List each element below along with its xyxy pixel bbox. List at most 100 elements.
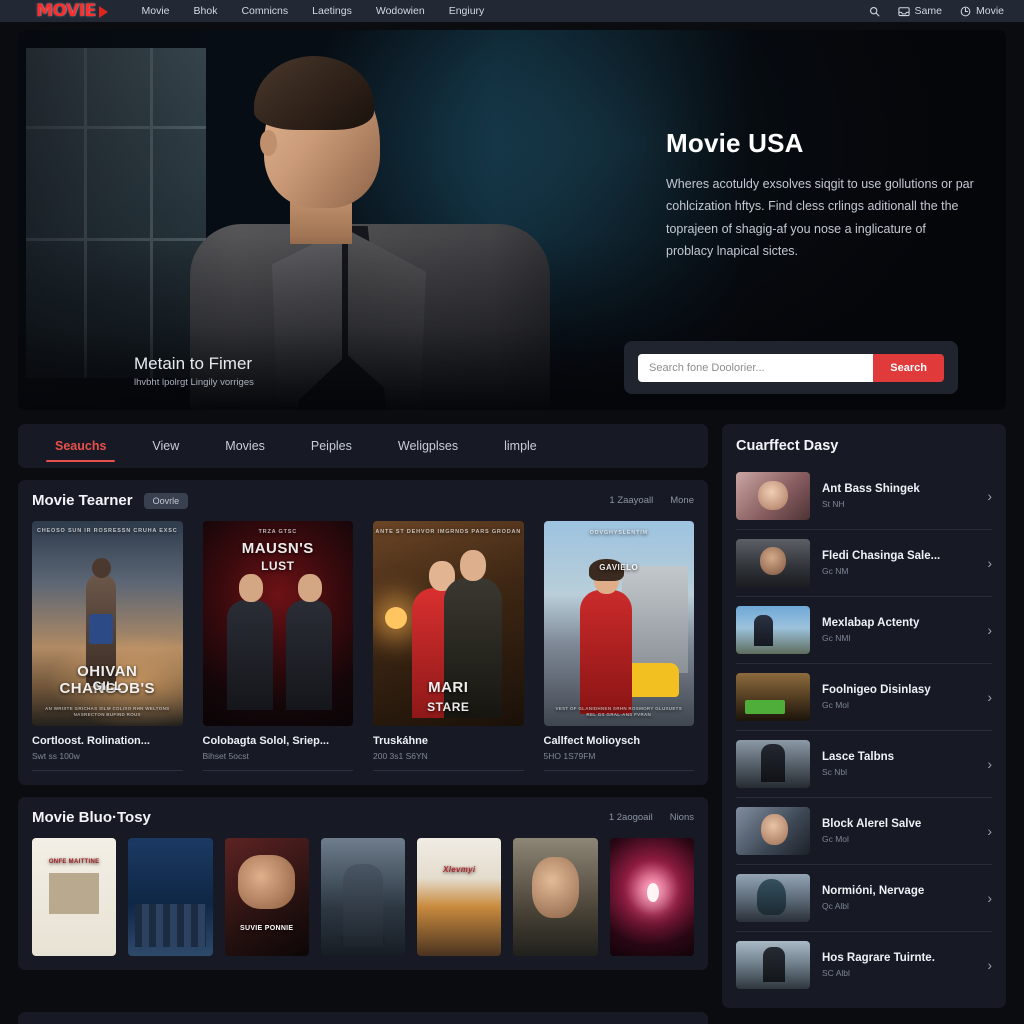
list-item-name: Lasce Talbns bbox=[822, 751, 895, 763]
movie-card[interactable]: ANTE ST DEHVOR IMGRNDS PARS GRODAN MARI … bbox=[373, 521, 524, 771]
tab-view[interactable]: View bbox=[129, 424, 202, 468]
card-divider bbox=[373, 770, 524, 771]
brand-logo-text: MOVIE bbox=[36, 1, 96, 21]
chevron-right-icon[interactable]: › bbox=[983, 890, 992, 906]
list-item[interactable]: Block Alerel Salve Gc Mol › bbox=[736, 798, 992, 865]
hero-subtitle: Wheres acotuldy exsolves siqgit to use g… bbox=[666, 177, 974, 258]
bluray-thumb-label: MILESTIUS bbox=[342, 934, 384, 942]
movie-poster[interactable]: ODVGHYSLENTIM GAVIELO VEST OF GLANIDHNEN… bbox=[543, 521, 694, 726]
featured-section-title: Movie Tearner bbox=[32, 492, 133, 509]
list-item-sub: Gc Mol bbox=[822, 834, 849, 844]
nav-right-actions: Same Movie bbox=[869, 5, 1010, 17]
list-item-body: Block Alerel Salve Gc Mol bbox=[822, 818, 971, 844]
movie-meta: Swt ss 100w bbox=[32, 751, 80, 761]
featured-poster-grid: CHEOSO SUN IR ROSRESSN CRUHA EXSC OHIVAN… bbox=[32, 521, 694, 771]
movie-card[interactable]: ODVGHYSLENTIM GAVIELO VEST OF GLANIDHNEN… bbox=[543, 521, 694, 771]
list-item-name: Normióni, Nervage bbox=[822, 885, 925, 897]
tab-movies[interactable]: Movies bbox=[202, 424, 288, 468]
list-item-thumbnail bbox=[736, 807, 810, 855]
bluray-thumbnail[interactable] bbox=[128, 838, 213, 956]
movie-poster[interactable]: CHEOSO SUN IR ROSRESSN CRUHA EXSC OHIVAN… bbox=[32, 521, 183, 726]
chevron-right-icon[interactable]: › bbox=[983, 555, 992, 571]
card-divider bbox=[202, 770, 353, 771]
poster-artwork bbox=[373, 521, 524, 726]
chevron-right-icon[interactable]: › bbox=[983, 488, 992, 504]
play-triangle-icon bbox=[98, 5, 108, 18]
inbox-button[interactable]: Same bbox=[897, 5, 942, 17]
list-item[interactable]: Hos Ragrare Tuirnte. SC Albl › bbox=[736, 932, 992, 998]
list-item[interactable]: Foolnigeo Disinlasy Gc Mol › bbox=[736, 664, 992, 731]
list-item-body: Normióni, Nervage Qc Albl bbox=[822, 885, 971, 911]
movie-card[interactable]: TRZA GTSC MAUSN'S LUST Colobagta Solol, … bbox=[202, 521, 353, 771]
movie-poster[interactable]: ANTE ST DEHVOR IMGRNDS PARS GRODAN MARI … bbox=[373, 521, 524, 726]
nav-link-movie[interactable]: Movie bbox=[142, 5, 170, 17]
chevron-right-icon[interactable]: › bbox=[983, 756, 992, 772]
list-item-name: Hos Ragrare Tuirnte. bbox=[822, 952, 935, 964]
list-item-sub: Sc Nbl bbox=[822, 767, 848, 777]
search-input[interactable] bbox=[638, 353, 874, 382]
tab-limple[interactable]: limple bbox=[481, 424, 560, 468]
list-item[interactable]: Ant Bass Shingek St NH › bbox=[736, 463, 992, 530]
chevron-right-icon[interactable]: › bbox=[983, 689, 992, 705]
nav-link-laetings[interactable]: Laetings bbox=[312, 5, 352, 17]
movie-poster[interactable]: TRZA GTSC MAUSN'S LUST bbox=[202, 521, 353, 726]
movie-title: Colobagta Solol, Sriep... bbox=[202, 735, 330, 747]
hero-banner: Movie USA Wheres acotuldy exsolves siqgi… bbox=[18, 30, 1006, 410]
list-item-name: Fledi Chasinga Sale... bbox=[822, 550, 941, 562]
list-item[interactable]: Fledi Chasinga Sale... Gc NM › bbox=[736, 530, 992, 597]
tab-peiples[interactable]: Peiples bbox=[288, 424, 375, 468]
main-content: Seauchs View Movies Peiples Weligplses l… bbox=[18, 424, 1006, 1008]
movie-title: Callfect Molioysch bbox=[543, 735, 641, 747]
hero-caption-subtitle: lhvbht lpolrgt Lingily vorriges bbox=[134, 377, 254, 388]
list-item-thumbnail bbox=[736, 606, 810, 654]
featured-action-sort[interactable]: 1 Zaayoall bbox=[609, 495, 653, 506]
chevron-right-icon[interactable]: › bbox=[983, 622, 992, 638]
top-navigation-bar: MOVIE Movie Bhok Comnicns Laetings Wodow… bbox=[0, 0, 1024, 22]
card-divider bbox=[32, 770, 183, 771]
hero-title: Movie USA bbox=[666, 128, 804, 158]
bluray-thumbnail[interactable]: MILESTIUS bbox=[320, 838, 406, 956]
sidebar-title: Cuarffect Dasy bbox=[736, 438, 839, 454]
content-tab-bar: Seauchs View Movies Peiples Weligplses l… bbox=[18, 424, 708, 468]
tab-weligplses[interactable]: Weligplses bbox=[375, 424, 481, 468]
inbox-label: Same bbox=[914, 5, 942, 17]
bluray-thumbnail[interactable]: SUVIE PONNIE bbox=[224, 838, 309, 956]
nav-link-bhok[interactable]: Bhok bbox=[194, 5, 218, 17]
tab-seauchs[interactable]: Seauchs bbox=[32, 424, 129, 468]
featured-movies-section: Movie Tearner Oovrle 1 Zaayoall Mone CHE… bbox=[18, 480, 708, 785]
list-item-name: Block Alerel Salve bbox=[822, 818, 922, 830]
nav-link-wodowien[interactable]: Wodowien bbox=[376, 5, 425, 17]
search-button[interactable] bbox=[869, 6, 880, 17]
list-item-name: Foolnigeo Disinlasy bbox=[822, 684, 931, 696]
nav-link-engiury[interactable]: Engiury bbox=[449, 5, 485, 17]
bluray-action-sort[interactable]: 1 2aogoail bbox=[609, 812, 653, 823]
hero-caption: Metain to Fimer lhvbht lpolrgt Lingily v… bbox=[134, 354, 254, 388]
movie-meta: 200 3s1 S6YN bbox=[373, 751, 428, 761]
list-item-body: Foolnigeo Disinlasy Gc Mol bbox=[822, 684, 971, 710]
chevron-right-icon[interactable]: › bbox=[983, 823, 992, 839]
poster-artwork bbox=[543, 521, 694, 726]
list-item-sub: St NH bbox=[822, 499, 845, 509]
bluray-thumbnail[interactable]: Xlevmyi bbox=[417, 838, 502, 956]
search-submit-button[interactable]: Search bbox=[873, 353, 944, 382]
left-column: Seauchs View Movies Peiples Weligplses l… bbox=[18, 424, 708, 1008]
power-button[interactable]: Movie bbox=[960, 5, 1004, 17]
bluray-thumbnail[interactable] bbox=[609, 838, 694, 956]
movie-card[interactable]: CHEOSO SUN IR ROSRESSN CRUHA EXSC OHIVAN… bbox=[32, 521, 183, 771]
bluray-thumbnail[interactable] bbox=[513, 838, 598, 956]
brand-logo[interactable]: MOVIE bbox=[36, 1, 108, 21]
bluray-section: Movie Bluo·Tosy 1 2aogoail Nions ONFE MA… bbox=[18, 797, 708, 970]
poster-artwork bbox=[202, 521, 353, 726]
bluray-action-more[interactable]: Nions bbox=[670, 812, 694, 823]
list-item-thumbnail bbox=[736, 874, 810, 922]
list-item[interactable]: Lasce Talbns Sc Nbl › bbox=[736, 731, 992, 798]
list-item-thumbnail bbox=[736, 539, 810, 587]
featured-action-more[interactable]: Mone bbox=[670, 495, 694, 506]
list-item[interactable]: Normióni, Nervage Qc Albl › bbox=[736, 865, 992, 932]
bluray-thumbnail[interactable]: ONFE MAITTINE bbox=[32, 838, 117, 956]
list-item-thumbnail bbox=[736, 472, 810, 520]
nav-link-comnicns[interactable]: Comnicns bbox=[241, 5, 288, 17]
chevron-right-icon[interactable]: › bbox=[983, 957, 992, 973]
featured-section-header: Movie Tearner Oovrle 1 Zaayoall Mone bbox=[32, 492, 694, 509]
list-item[interactable]: Mexlabap Actenty Gc NMl › bbox=[736, 597, 992, 664]
